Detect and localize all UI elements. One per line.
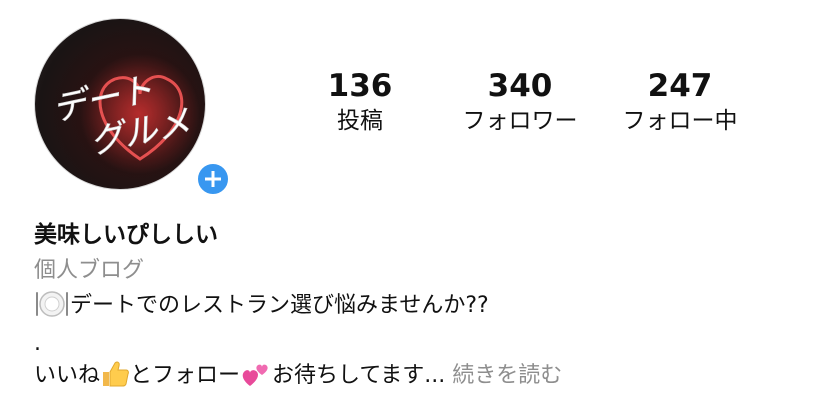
profile-name: 美味しいぴししい xyxy=(34,222,218,248)
stat-following-label: フォロー中 xyxy=(622,108,738,134)
avatar[interactable]: デート グルメ xyxy=(34,18,206,190)
stat-following[interactable]: 247 フォロー中 xyxy=(600,68,760,136)
profile-bio: デートでのレストラン選び悩みませんか?? . いいね とフォロー お待ちしてます… xyxy=(34,290,814,398)
fork-knife-plate-icon xyxy=(34,290,70,328)
add-story-button[interactable] xyxy=(194,160,232,198)
bio-line-3: いいね とフォロー お待ちしてます... 続きを読む xyxy=(34,360,814,398)
two-hearts-icon xyxy=(240,360,272,398)
bio-line-1-text: デートでのレストラン選び悩みませんか?? xyxy=(70,293,489,318)
stat-posts-count: 136 xyxy=(327,68,393,104)
stat-following-count: 247 xyxy=(647,68,713,104)
stat-posts-label: 投稿 xyxy=(337,108,383,134)
bio-line-3-part2: とフォロー xyxy=(130,363,241,388)
profile-category: 個人ブログ xyxy=(34,258,145,283)
profile-avatar-container[interactable]: デート グルメ xyxy=(34,18,232,198)
bio-line-3-part3: お待ちしてます... xyxy=(272,363,446,388)
bio-line-3-part1: いいね xyxy=(34,363,101,388)
stat-followers-count: 340 xyxy=(487,68,553,104)
read-more-link[interactable]: 続きを読む xyxy=(452,363,562,388)
bio-line-2: . xyxy=(34,331,41,356)
stat-posts[interactable]: 136 投稿 xyxy=(280,68,440,136)
thumbs-up-icon xyxy=(100,360,130,398)
plus-icon xyxy=(205,171,221,187)
stat-followers-label: フォロワー xyxy=(462,108,578,134)
stat-followers[interactable]: 340 フォロワー xyxy=(440,68,600,136)
bio-line-1: デートでのレストラン選び悩みませんか?? xyxy=(34,290,814,328)
avatar-neon-image: デート グルメ xyxy=(48,54,200,174)
